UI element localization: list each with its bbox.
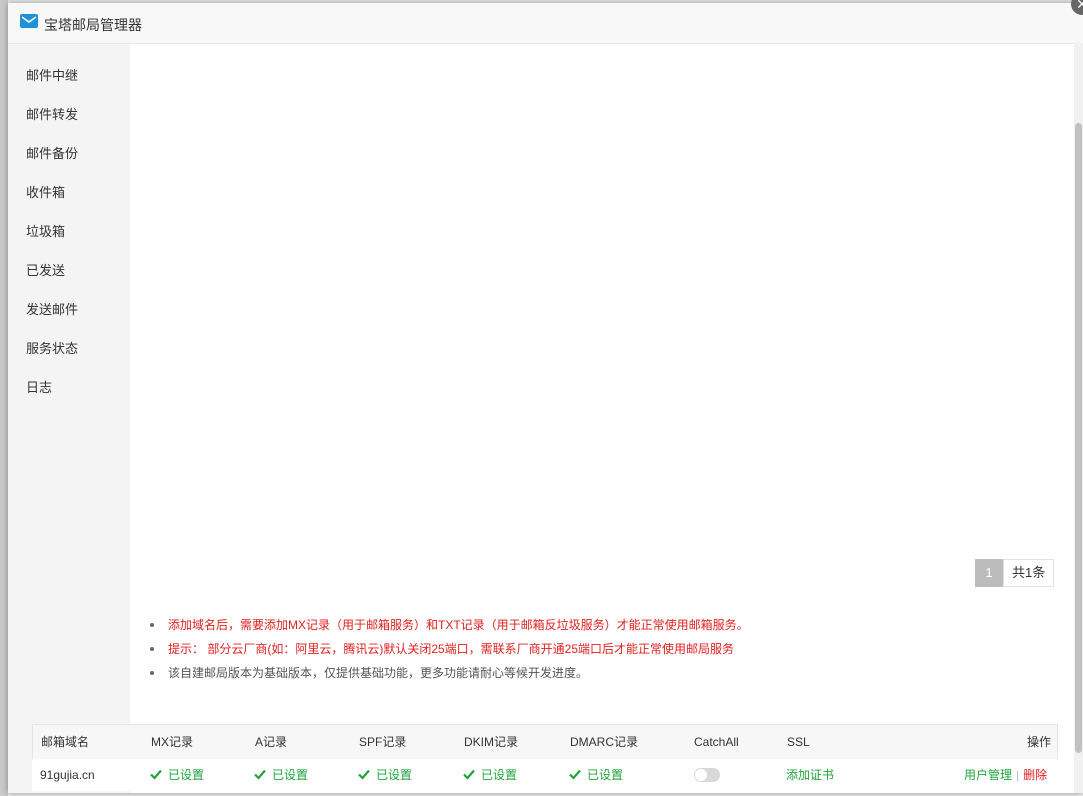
cell-spf-label: 已设置 bbox=[376, 768, 413, 782]
header-ssl: SSL bbox=[787, 735, 810, 749]
sidebar: 邮件中继 邮件转发 邮件备份 收件箱 垃圾箱 已发送 发送邮件 服务状态 日志 bbox=[8, 44, 130, 793]
sidebar-item-forward[interactable]: 邮件转发 bbox=[26, 105, 78, 125]
header-domain: 邮箱域名 bbox=[41, 735, 90, 749]
cell-dmarc: 已设置 bbox=[569, 759, 623, 793]
cell-domain: 91gujia.cn bbox=[40, 768, 95, 782]
note-item: 该自建邮局版本为基础版本，仅提供基础功能，更多功能请耐心等候开发进度。 bbox=[150, 661, 749, 685]
sidebar-item-logs[interactable]: 日志 bbox=[26, 378, 52, 398]
cell-dkim: 已设置 bbox=[463, 759, 517, 793]
header-spf: SPF记录 bbox=[359, 735, 407, 749]
add-certificate-link[interactable]: 添加证书 bbox=[786, 759, 834, 793]
scrollbar[interactable] bbox=[1074, 43, 1083, 793]
header-actions: 操作 bbox=[1027, 735, 1052, 749]
check-icon bbox=[463, 769, 475, 780]
header-catchall: CatchAll bbox=[694, 735, 739, 749]
sidebar-item-compose[interactable]: 发送邮件 bbox=[26, 300, 78, 320]
user-management-link[interactable]: 用户管理 bbox=[964, 768, 1012, 782]
dialog-header: 宝塔邮局管理器 ✕ bbox=[8, 0, 1083, 44]
pagination: 1 共1条 bbox=[975, 559, 1055, 587]
background-left-strip bbox=[0, 0, 8, 796]
sidebar-item-sent[interactable]: 已发送 bbox=[26, 261, 65, 281]
header-a: A记录 bbox=[255, 735, 288, 749]
cell-spf: 已设置 bbox=[358, 759, 412, 793]
cell-a: 已设置 bbox=[254, 759, 308, 793]
action-separator: | bbox=[1016, 768, 1020, 782]
toggle-knob bbox=[695, 769, 707, 781]
page-number-current[interactable]: 1 bbox=[975, 559, 1003, 587]
cell-mx-label: 已设置 bbox=[168, 768, 205, 782]
table-header-row: 邮箱域名 MX记录 A记录 SPF记录 DKIM记录 DMARC记录 Catch… bbox=[32, 724, 1058, 760]
note-item: 提示： 部分云厂商(如：阿里云，腾讯云)默认关闭25端口，需联系厂商开通25端口… bbox=[150, 637, 749, 661]
cell-dmarc-label: 已设置 bbox=[587, 768, 624, 782]
notes-list: 添加域名后，需要添加MX记录（用于邮箱服务）和TXT记录（用于邮箱反垃圾服务）才… bbox=[150, 613, 749, 685]
sidebar-item-relay[interactable]: 邮件中继 bbox=[26, 66, 78, 86]
main-content: 1 共1条 添加域名后，需要添加MX记录（用于邮箱服务）和TXT记录（用于邮箱反… bbox=[130, 44, 1083, 793]
domain-table: 邮箱域名 MX记录 A记录 SPF记录 DKIM记录 DMARC记录 Catch… bbox=[32, 724, 1058, 792]
page-total-count: 共1条 bbox=[1003, 559, 1055, 587]
header-dkim: DKIM记录 bbox=[464, 735, 519, 749]
header-mx: MX记录 bbox=[151, 735, 194, 749]
scrollbar-thumb[interactable] bbox=[1075, 123, 1082, 753]
check-icon bbox=[254, 769, 266, 780]
mail-icon bbox=[20, 14, 38, 28]
table-row: 91gujia.cn 已设置 已设置 已设置 已设置 已设置 添加证书 用户管理… bbox=[32, 759, 1058, 791]
sidebar-item-backup[interactable]: 邮件备份 bbox=[26, 144, 78, 164]
cell-mx: 已设置 bbox=[150, 759, 204, 793]
delete-link[interactable]: 删除 bbox=[1023, 768, 1047, 782]
check-icon bbox=[569, 769, 581, 780]
note-item: 添加域名后，需要添加MX记录（用于邮箱服务）和TXT记录（用于邮箱反垃圾服务）才… bbox=[150, 613, 749, 637]
mail-manager-dialog: 宝塔邮局管理器 ✕ 邮件中继 邮件转发 邮件备份 收件箱 垃圾箱 已发送 发送邮… bbox=[8, 0, 1083, 793]
header-dmarc: DMARC记录 bbox=[570, 735, 638, 749]
close-icon[interactable]: ✕ bbox=[1071, 0, 1083, 15]
cell-actions: 用户管理 | 删除 bbox=[964, 759, 1047, 793]
sidebar-item-spam[interactable]: 垃圾箱 bbox=[26, 222, 65, 242]
catchall-toggle[interactable] bbox=[694, 768, 720, 782]
cell-dkim-label: 已设置 bbox=[481, 768, 518, 782]
check-icon bbox=[150, 769, 162, 780]
sidebar-item-service-status[interactable]: 服务状态 bbox=[26, 339, 78, 359]
sidebar-item-inbox[interactable]: 收件箱 bbox=[26, 183, 65, 203]
check-icon bbox=[358, 769, 370, 780]
cell-a-label: 已设置 bbox=[272, 768, 309, 782]
dialog-title: 宝塔邮局管理器 bbox=[44, 17, 142, 33]
